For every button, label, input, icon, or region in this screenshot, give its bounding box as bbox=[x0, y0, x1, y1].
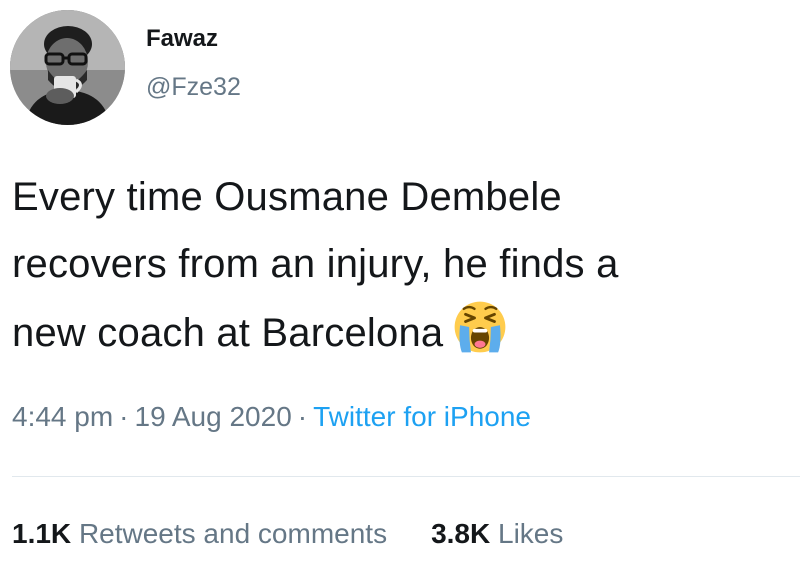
tweet-text-line-last: new coach at Barcelona bbox=[12, 298, 797, 367]
display-name[interactable]: Fawaz bbox=[146, 24, 218, 54]
tweet-date[interactable]: 19 Aug 2020 bbox=[135, 401, 292, 432]
tweet-text: Every time Ousmane Dembele recovers from… bbox=[12, 164, 797, 367]
tweet-metadata: 4:44 pm · 19 Aug 2020 · Twitter for iPhone bbox=[12, 399, 531, 435]
divider bbox=[12, 476, 800, 477]
avatar[interactable] bbox=[10, 10, 125, 125]
likes-count: 3.8K bbox=[431, 518, 491, 549]
profile-photo-icon bbox=[10, 10, 125, 125]
tweet-time[interactable]: 4:44 pm bbox=[12, 401, 113, 432]
tweet-stats: 1.1K Retweets and comments 3.8K Likes bbox=[12, 516, 563, 552]
loudly-crying-face-icon bbox=[454, 301, 506, 353]
retweets-label: Retweets and comments bbox=[78, 518, 388, 549]
separator: · bbox=[119, 401, 129, 432]
retweets-stat[interactable]: 1.1K Retweets and comments bbox=[12, 516, 387, 552]
separator: · bbox=[297, 401, 308, 432]
tweet-text-line-content: new coach at Barcelona bbox=[12, 311, 444, 355]
user-handle[interactable]: @Fze32 bbox=[146, 72, 241, 102]
tweet-card: Fawaz @Fze32 Every time Ousmane Dembele … bbox=[0, 0, 800, 571]
tweet-text-line: Every time Ousmane Dembele bbox=[12, 175, 562, 219]
tweet-text-line: recovers from an injury, he finds a bbox=[12, 242, 619, 286]
retweets-count: 1.1K bbox=[12, 518, 72, 549]
likes-label: Likes bbox=[498, 518, 564, 549]
tweet-source-link[interactable]: Twitter for iPhone bbox=[313, 401, 531, 432]
likes-stat[interactable]: 3.8K Likes bbox=[431, 516, 563, 552]
